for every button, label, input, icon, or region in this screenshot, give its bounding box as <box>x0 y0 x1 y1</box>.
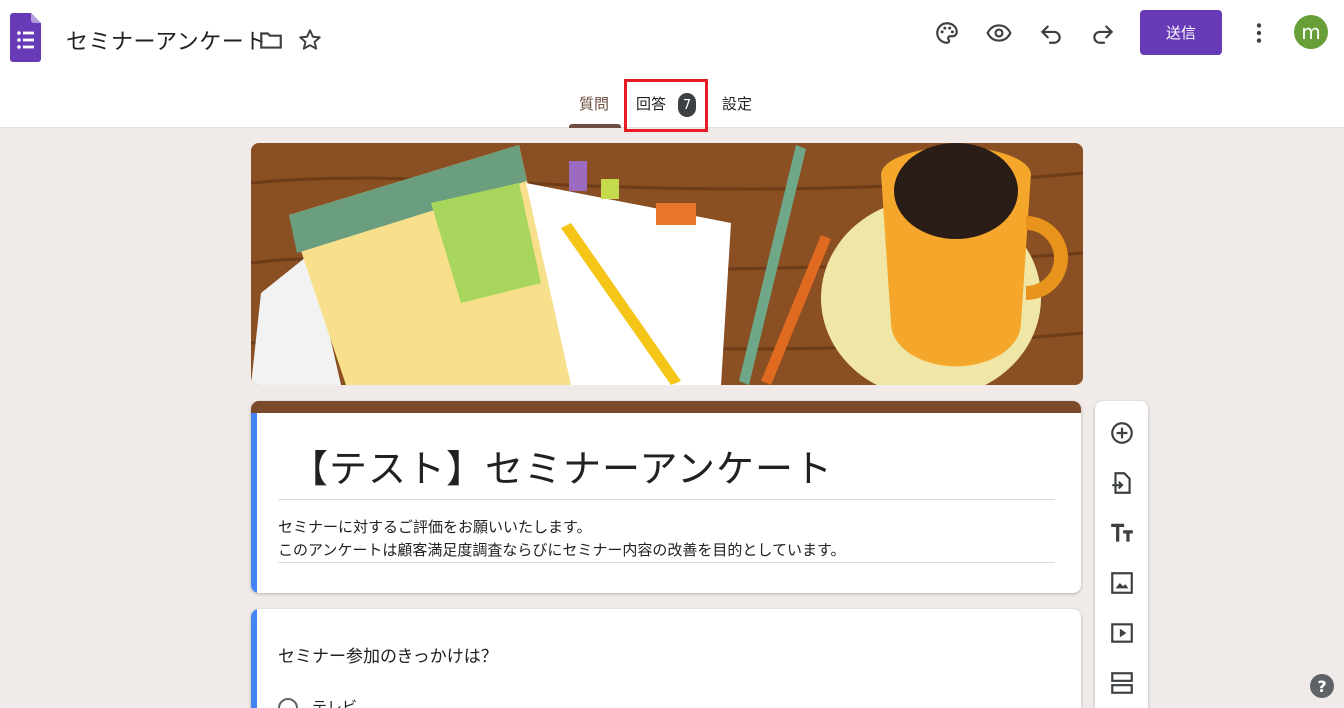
annotation-highlight-box <box>624 79 708 132</box>
form-header-image <box>251 143 1083 385</box>
folder-icon[interactable] <box>253 22 289 58</box>
account-avatar[interactable]: m <box>1294 15 1328 49</box>
add-image-icon[interactable] <box>1108 569 1136 597</box>
option-label-1: テレビ <box>312 698 358 708</box>
preview-eye-icon[interactable] <box>981 15 1017 51</box>
star-icon[interactable] <box>292 22 328 58</box>
undo-icon[interactable] <box>1033 15 1069 51</box>
floating-toolbar <box>1095 401 1148 708</box>
redo-icon[interactable] <box>1085 15 1121 51</box>
add-question-icon[interactable] <box>1108 419 1136 447</box>
description-line-2: このアンケートは顧客満足度調査ならびにセミナー内容の改善を目的としています。 <box>278 541 846 559</box>
active-tab-indicator <box>569 124 621 128</box>
form-title-card <box>251 401 1081 593</box>
palette-icon[interactable] <box>929 15 965 51</box>
help-icon[interactable]: ? <box>1310 674 1334 698</box>
title-underline <box>278 499 1055 500</box>
add-title-text-icon[interactable] <box>1108 519 1136 547</box>
add-section-icon[interactable] <box>1108 669 1136 697</box>
description-line-1: セミナーに対するご評価をお願いいたします。 <box>278 518 592 536</box>
question-focus-strip <box>251 609 257 708</box>
import-questions-icon[interactable] <box>1108 469 1136 497</box>
focus-indicator-strip <box>251 413 257 593</box>
more-options-icon[interactable] <box>1241 15 1277 51</box>
tab-settings[interactable]: 設定 <box>722 93 752 114</box>
send-button[interactable]: 送信 <box>1140 10 1222 55</box>
google-forms-logo-icon[interactable] <box>10 13 41 62</box>
title-card-color-strip <box>251 401 1081 413</box>
description-underline <box>278 562 1055 563</box>
form-description[interactable]: セミナーに対するご評価をお願いいたします。 このアンケートは顧客満足度調査ならび… <box>278 516 845 562</box>
document-title[interactable]: セミナーアンケート <box>66 24 267 56</box>
tab-questions[interactable]: 質問 <box>579 93 609 114</box>
question-title: セミナー参加のきっかけは？ <box>278 647 498 667</box>
add-video-icon[interactable] <box>1108 619 1136 647</box>
form-title[interactable]: 【テスト】セミナーアンケート <box>290 438 833 493</box>
